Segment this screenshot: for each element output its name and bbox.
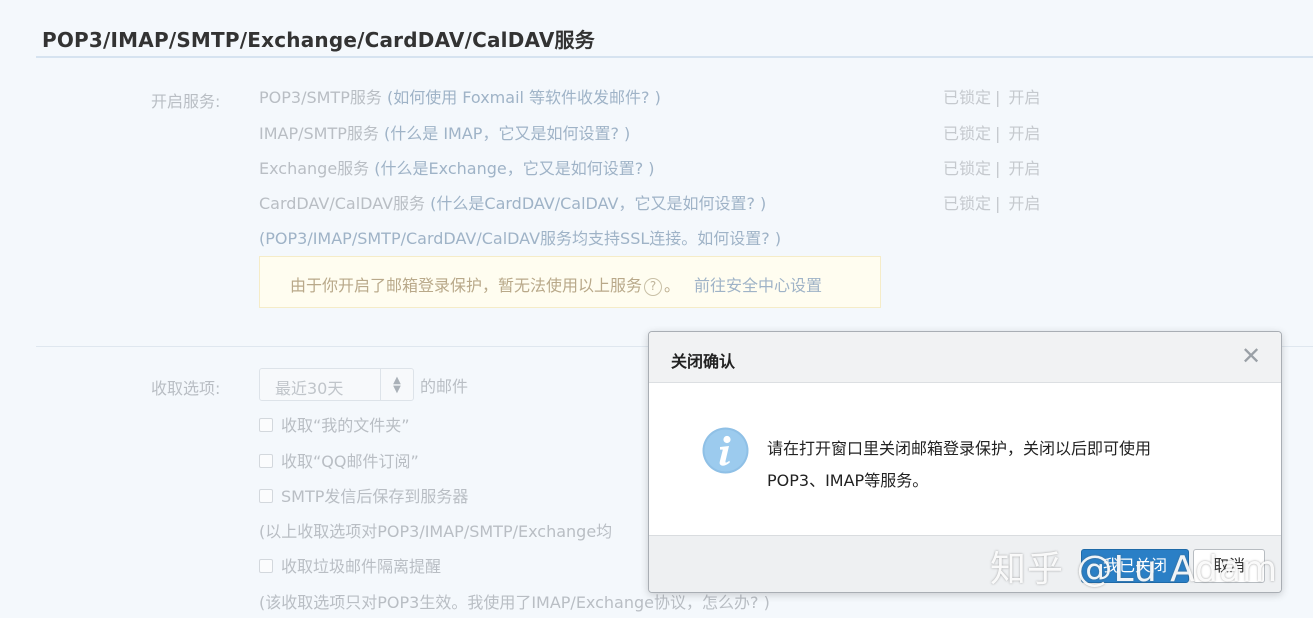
service-row-pop3: POP3/SMTP服务 (如何使用 Foxmail 等软件收发邮件? ): [259, 84, 661, 108]
option-label: SMTP发信后保存到服务器: [281, 487, 469, 506]
service-name: Exchange服务: [259, 159, 370, 178]
service-help-link[interactable]: (如何使用 Foxmail 等软件收发邮件? ): [387, 88, 661, 107]
days-select-value: 最近30天: [275, 379, 344, 398]
separator: |: [995, 88, 1001, 107]
service-help-link[interactable]: (什么是 IMAP，它又是如何设置? ): [384, 124, 630, 143]
locked-label: 已锁定: [943, 124, 992, 143]
notice-end: 。: [664, 276, 681, 295]
service-name: IMAP/SMTP服务: [259, 124, 379, 143]
checkbox[interactable]: [259, 418, 273, 432]
option-label: 收取“QQ邮件订阅”: [281, 452, 419, 471]
message-line-1: 请在打开窗口里关闭邮箱登录保护，关闭以后即可使用: [767, 439, 1152, 458]
security-center-link[interactable]: 前往安全中心设置: [694, 276, 822, 295]
separator: |: [995, 124, 1001, 143]
title-divider: [36, 56, 1313, 58]
service-status-carddav: 已锁定 | 开启: [943, 190, 1040, 214]
locked-label: 已锁定: [943, 88, 992, 107]
service-row-carddav: CardDAV/CalDAV服务 (什么是CardDAV/CalDAV，它又是如…: [259, 190, 766, 214]
enable-link-carddav[interactable]: 开启: [1008, 194, 1040, 213]
section-title: POP3/IMAP/SMTP/Exchange/CardDAV/CalDAV服务: [42, 28, 595, 52]
option-qq-subscription[interactable]: 收取“QQ邮件订阅”: [259, 448, 419, 472]
service-status-pop3: 已锁定 | 开启: [943, 84, 1040, 108]
close-icon[interactable]: ✕: [1239, 344, 1263, 368]
select-suffix: 的邮件: [420, 377, 469, 396]
service-row-exchange: Exchange服务 (什么是Exchange，它又是如何设置? ): [259, 155, 655, 179]
option-my-folders[interactable]: 收取“我的文件夹”: [259, 412, 410, 436]
notice-text: 由于你开启了邮箱登录保护，暂无法使用以上服务: [290, 276, 643, 295]
days-select[interactable]: 最近30天 ▲ ▼: [259, 368, 414, 401]
separator: |: [995, 194, 1001, 213]
receive-options-label: 收取选项:: [151, 379, 221, 398]
dialog-body: 请在打开窗口里关闭邮箱登录保护，关闭以后即可使用 POP3、IMAP等服务。: [649, 383, 1281, 535]
checkbox[interactable]: [259, 489, 273, 503]
dialog-header: 关闭确认 ✕: [649, 332, 1281, 383]
option-spam-reminder[interactable]: 收取垃圾邮件隔离提醒: [259, 553, 441, 577]
select-arrows-icon: ▲ ▼: [380, 369, 413, 400]
service-name: POP3/SMTP服务: [259, 88, 382, 107]
watermark: 知乎 @Lu Adam: [990, 549, 1279, 590]
checkbox[interactable]: [259, 454, 273, 468]
service-status-imap: 已锁定 | 开启: [943, 120, 1040, 144]
ssl-note-link[interactable]: (POP3/IMAP/SMTP/CardDAV/CalDAV服务均支持SSL连接…: [259, 225, 781, 249]
service-help-link[interactable]: (什么是Exchange，它又是如何设置? ): [374, 159, 654, 178]
dialog-message: 请在打开窗口里关闭邮箱登录保护，关闭以后即可使用 POP3、IMAP等服务。: [767, 433, 1207, 497]
receive-note: (以上收取选项对POP3/IMAP/SMTP/Exchange均: [259, 522, 613, 541]
option-smtp-save[interactable]: SMTP发信后保存到服务器: [259, 483, 468, 507]
option-label: 收取垃圾邮件隔离提醒: [281, 557, 442, 576]
separator: |: [995, 159, 1001, 178]
dialog-title: 关闭确认: [671, 352, 736, 371]
info-icon: [702, 427, 749, 474]
locked-label: 已锁定: [943, 159, 992, 178]
service-row-imap: IMAP/SMTP服务 (什么是 IMAP，它又是如何设置? ): [259, 120, 630, 144]
locked-label: 已锁定: [943, 194, 992, 213]
enable-link-pop3[interactable]: 开启: [1008, 88, 1040, 107]
service-name: CardDAV/CalDAV服务: [259, 194, 426, 213]
enable-link-exchange[interactable]: 开启: [1008, 159, 1040, 178]
service-status-exchange: 已锁定 | 开启: [943, 155, 1040, 179]
services-label: 开启服务:: [151, 92, 221, 111]
help-icon[interactable]: ?: [644, 277, 663, 296]
service-help-link[interactable]: (什么是CardDAV/CalDAV，它又是如何设置? ): [430, 194, 766, 213]
message-line-2: POP3、IMAP等服务。: [767, 471, 929, 490]
option-label: 收取“我的文件夹”: [281, 416, 410, 435]
login-protection-notice: 由于你开启了邮箱登录保护，暂无法使用以上服务?。前往安全中心设置: [259, 256, 881, 308]
checkbox[interactable]: [259, 559, 273, 573]
enable-link-imap[interactable]: 开启: [1008, 124, 1040, 143]
